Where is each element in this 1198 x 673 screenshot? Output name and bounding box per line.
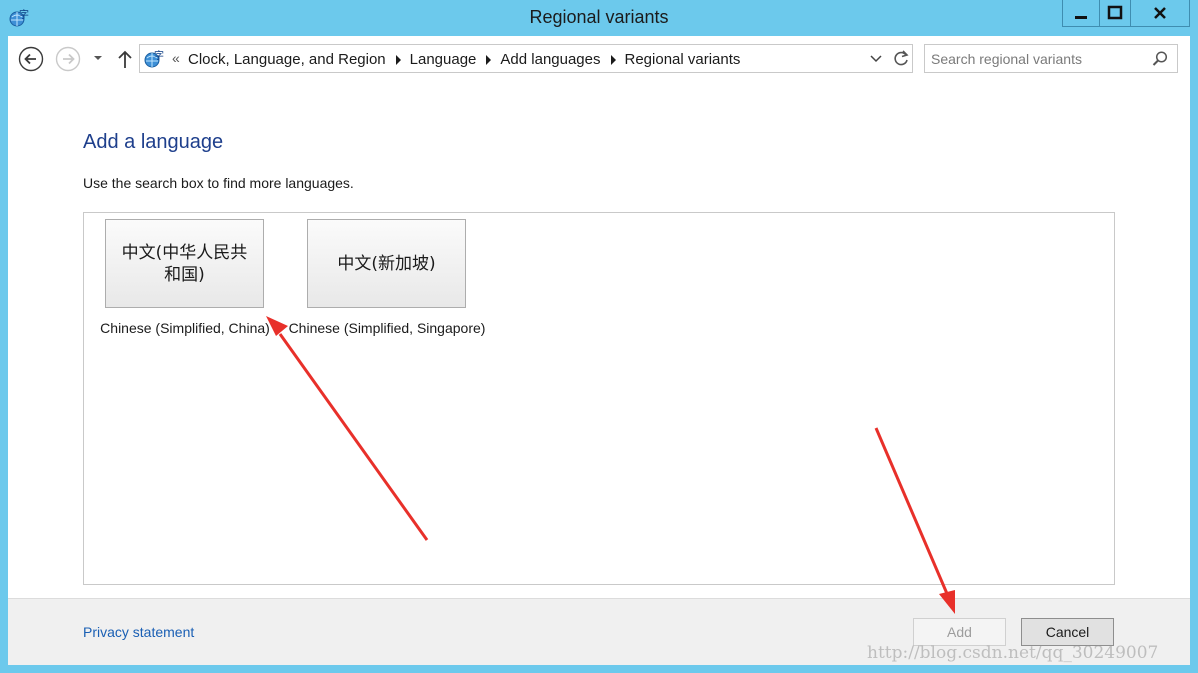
close-button[interactable] xyxy=(1130,0,1190,27)
variant-english-name: Chinese (Simplified, Singapore) xyxy=(288,320,486,336)
maximize-button[interactable] xyxy=(1099,0,1131,27)
breadcrumb-separator-icon[interactable] xyxy=(395,54,401,65)
breadcrumb-overflow[interactable]: « xyxy=(172,50,180,66)
search-icon[interactable] xyxy=(1151,50,1169,68)
close-icon xyxy=(1154,7,1166,19)
address-bar[interactable]: 字 « Clock, Language, and Region Language… xyxy=(139,44,913,73)
back-arrow-icon xyxy=(18,46,44,72)
window-title: Regional variants xyxy=(529,7,669,27)
forward-arrow-icon xyxy=(55,46,81,72)
maximize-icon xyxy=(1107,5,1123,20)
breadcrumb: Clock, Language, and Region Language Add… xyxy=(188,51,740,68)
variant-english-name: Chinese (Simplified, China) xyxy=(100,320,270,336)
watermark-text: http://blog.csdn.net/qq_30249007 xyxy=(867,643,1159,663)
variant-native-name[interactable]: 中文(中华人民共和国) xyxy=(105,219,264,308)
window: 字 Regional variants 字 « Clock, Language,… xyxy=(0,0,1198,673)
regional-variants-list: 中文(中华人民共和国) Chinese (Simplified, China) … xyxy=(83,212,1115,585)
language-globe-icon: 字 xyxy=(144,49,164,68)
chevron-down-icon[interactable] xyxy=(870,54,882,64)
client-area: 字 « Clock, Language, and Region Language… xyxy=(8,36,1190,665)
instruction-text: Use the search box to find more language… xyxy=(83,175,354,191)
add-button[interactable]: Add xyxy=(913,618,1006,646)
search-box[interactable] xyxy=(924,44,1178,73)
variant-native-name[interactable]: 中文(新加坡) xyxy=(307,219,466,308)
title-bar[interactable]: 字 Regional variants xyxy=(0,0,1198,36)
minimize-button[interactable] xyxy=(1062,0,1100,27)
variant-tile-singapore[interactable]: 中文(新加坡) Chinese (Simplified, Singapore) xyxy=(289,219,485,338)
breadcrumb-item[interactable]: Regional variants xyxy=(625,51,741,68)
minimize-icon xyxy=(1075,16,1087,19)
refresh-icon[interactable] xyxy=(891,49,911,69)
search-input[interactable] xyxy=(925,45,1145,72)
breadcrumb-separator-icon[interactable] xyxy=(610,54,616,65)
variant-tile-china[interactable]: 中文(中华人民共和国) Chinese (Simplified, China) xyxy=(100,219,270,338)
privacy-statement-link[interactable]: Privacy statement xyxy=(83,624,194,640)
recent-pages-dropdown[interactable] xyxy=(92,52,104,64)
page-title: Add a language xyxy=(83,131,224,153)
breadcrumb-separator-icon[interactable] xyxy=(486,54,492,65)
breadcrumb-item[interactable]: Add languages xyxy=(500,51,600,68)
cancel-button[interactable]: Cancel xyxy=(1021,618,1114,646)
back-button[interactable] xyxy=(18,46,44,72)
svg-text:字: 字 xyxy=(154,49,164,62)
breadcrumb-item[interactable]: Language xyxy=(410,51,477,68)
forward-button[interactable] xyxy=(55,46,81,72)
breadcrumb-item[interactable]: Clock, Language, and Region xyxy=(188,51,386,68)
up-arrow-icon[interactable] xyxy=(115,48,135,70)
